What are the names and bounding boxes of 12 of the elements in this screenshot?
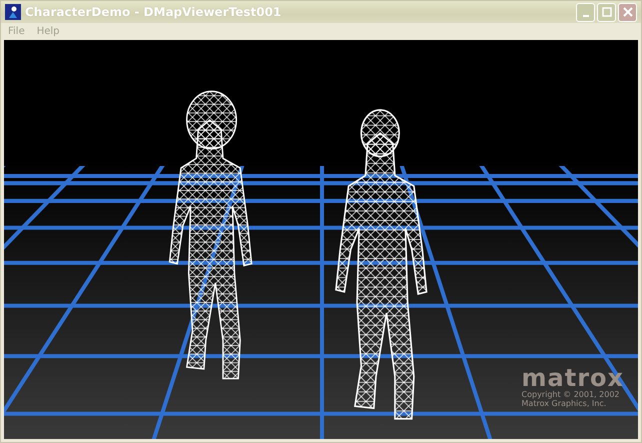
close-icon: [622, 7, 632, 17]
window-title: CharacterDemo - DMapViewerTest001: [25, 5, 282, 19]
menu-item[interactable]: Help: [32, 26, 65, 37]
maximize-icon: [602, 7, 612, 17]
minimize-button[interactable]: [576, 2, 595, 22]
menu-item[interactable]: File: [3, 26, 30, 37]
minimize-icon: [582, 15, 588, 17]
maximize-button[interactable]: [597, 2, 616, 22]
copyright-text: Matrox Graphics, Inc.: [522, 399, 606, 409]
app-icon: [5, 4, 21, 20]
copyright-text: Copyright © 2001, 2002: [522, 390, 620, 400]
close-button[interactable]: [618, 2, 637, 22]
